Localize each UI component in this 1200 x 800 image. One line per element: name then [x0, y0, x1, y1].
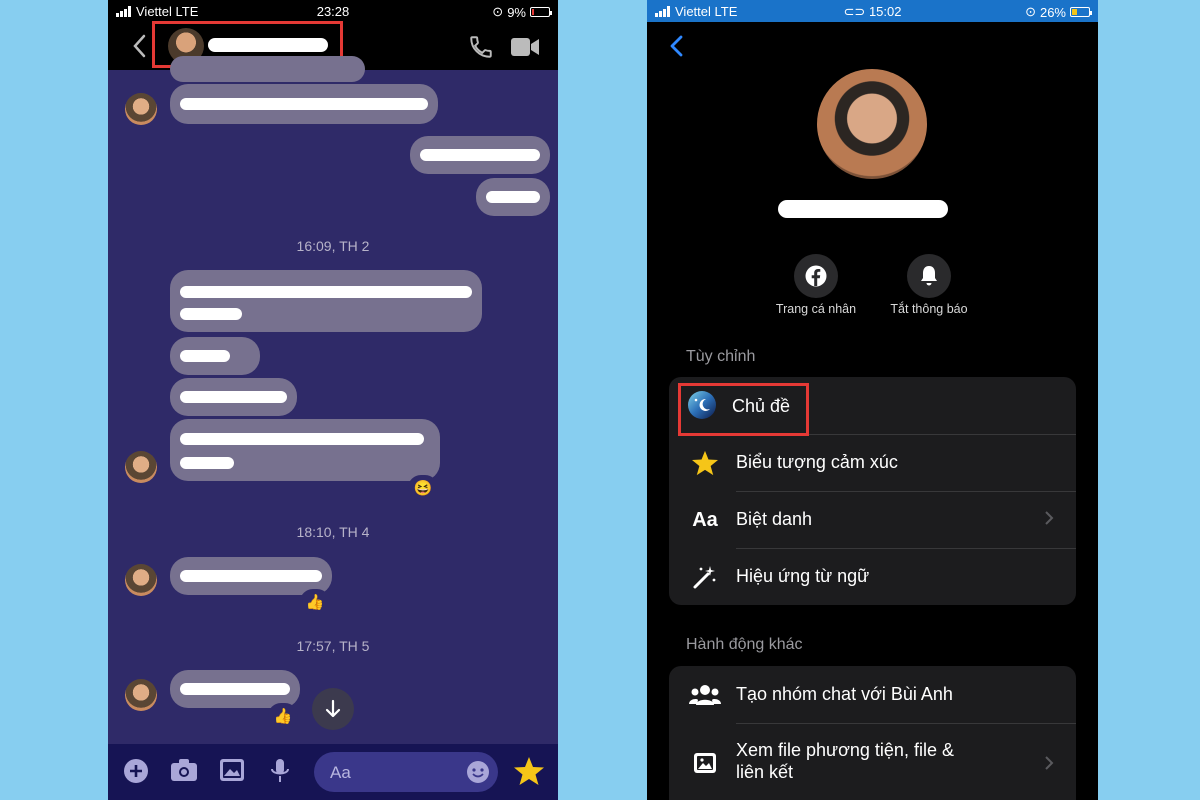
media-icon [691, 750, 719, 776]
battery-percent: 9% [507, 4, 526, 20]
hotspot-icon: ⊂⊃ [843, 4, 866, 19]
battery-icon [530, 7, 552, 17]
highlight-box [678, 383, 809, 436]
profile-avatar[interactable] [817, 69, 927, 179]
mic-icon[interactable] [270, 758, 290, 784]
chevron-right-icon [1045, 511, 1054, 525]
redaction [180, 570, 322, 582]
avatar [125, 93, 157, 125]
row-emoji[interactable]: Biểu tượng cảm xúc [669, 434, 1076, 491]
emoji-icon[interactable] [466, 760, 490, 784]
message-bubble[interactable] [170, 270, 482, 332]
section-title-customize: Tùy chỉnh [686, 348, 756, 365]
star-icon [691, 450, 719, 476]
chat-screen: Viettel LTE 23:28 ⊙ 9% 16:09, TH 2 😆 18:… [108, 0, 558, 800]
bell-icon [921, 266, 937, 286]
mute-button[interactable] [907, 254, 951, 298]
message-bubble[interactable] [170, 56, 365, 82]
text-aa-icon: Aa [692, 508, 718, 531]
camera-icon[interactable] [170, 758, 198, 782]
message-bubble[interactable] [170, 84, 438, 124]
status-bar: Viettel LTE 23:28 ⊙ 9% [108, 0, 558, 22]
profile-name-redacted [778, 200, 948, 218]
battery-percent: 26% [1039, 4, 1066, 20]
row-nickname[interactable]: Aa Biệt danh [669, 491, 1076, 548]
phone-icon[interactable] [468, 34, 494, 60]
message-bubble[interactable] [170, 419, 440, 481]
redaction [420, 149, 540, 161]
status-right: ⊙ 26% [1025, 4, 1092, 20]
composer-bar: Aa [108, 744, 558, 800]
timestamp: 18:10, TH 4 [296, 524, 370, 540]
plus-icon[interactable] [123, 758, 149, 784]
redaction [180, 350, 230, 362]
battery-icon [1070, 7, 1092, 17]
redaction [180, 433, 424, 445]
timestamp: 16:09, TH 2 [296, 238, 370, 254]
magic-wand-icon [691, 564, 719, 590]
message-bubble[interactable] [170, 337, 260, 375]
message-input[interactable]: Aa [314, 752, 498, 792]
row-label: Tạo nhóm chat với Bùi Anh [736, 684, 953, 704]
redaction [180, 98, 428, 110]
redaction [180, 683, 290, 695]
message-bubble[interactable] [410, 136, 550, 174]
section-title-more-actions: Hành động khác [686, 636, 803, 653]
chevron-right-icon [1045, 756, 1054, 770]
reaction-badge[interactable]: 😆 [408, 475, 438, 501]
redaction [180, 308, 242, 320]
back-icon[interactable] [669, 34, 685, 58]
row-label: Biểu tượng cảm xúc [736, 452, 898, 472]
row-word-effects[interactable]: Hiệu ứng từ ngữ [669, 548, 1076, 605]
back-icon[interactable] [130, 32, 150, 60]
clock: 23:28 [316, 4, 350, 19]
message-bubble[interactable] [476, 178, 550, 216]
clock-time: 15:02 [868, 4, 902, 19]
row-label-line1: Xem file phương tiện, file & [736, 740, 954, 760]
star-icon[interactable] [513, 756, 545, 786]
row-create-group[interactable]: Tạo nhóm chat với Bùi Anh [669, 666, 1076, 723]
orientation-lock-icon: ⊙ [1025, 4, 1036, 19]
reaction-badge[interactable]: 👍 [300, 589, 330, 615]
status-bar: Viettel LTE ⊂⊃ 15:02 ⊙ 26% [647, 0, 1098, 22]
redaction [180, 286, 472, 298]
row-label: Biệt danh [736, 509, 813, 529]
avatar [125, 451, 157, 483]
scroll-down-button[interactable] [312, 688, 354, 730]
row-label-line2: liên kết [736, 762, 794, 782]
message-bubble[interactable] [170, 378, 297, 416]
mute-label[interactable]: Tắt thông báo [864, 302, 994, 316]
status-right: ⊙ 9% [492, 4, 552, 20]
avatar [125, 564, 157, 596]
orientation-lock-icon: ⊙ [492, 4, 504, 19]
video-icon[interactable] [510, 36, 540, 58]
reaction-badge[interactable]: 👍 [268, 703, 298, 729]
message-input-placeholder: Aa [330, 763, 351, 782]
profile-button[interactable] [794, 254, 838, 298]
image-icon[interactable] [219, 758, 245, 782]
avatar [125, 679, 157, 711]
redaction [486, 191, 540, 203]
row-label: Hiệu ứng từ ngữ [736, 566, 870, 586]
row-view-media[interactable]: Xem file phương tiện, file & liên kết [669, 723, 1076, 800]
profile-label[interactable]: Trang cá nhân [751, 302, 881, 316]
arrow-down-icon [325, 699, 341, 718]
group-icon [689, 682, 721, 708]
timestamp: 17:57, TH 5 [296, 638, 370, 654]
redaction [180, 391, 287, 403]
conversation-settings-screen: Viettel LTE ⊂⊃ 15:02 ⊙ 26% Trang cá nhân… [647, 0, 1098, 800]
more-actions-card: Tạo nhóm chat với Bùi Anh Xem file phươn… [669, 666, 1076, 800]
facebook-icon [805, 265, 827, 287]
redaction [180, 457, 234, 469]
